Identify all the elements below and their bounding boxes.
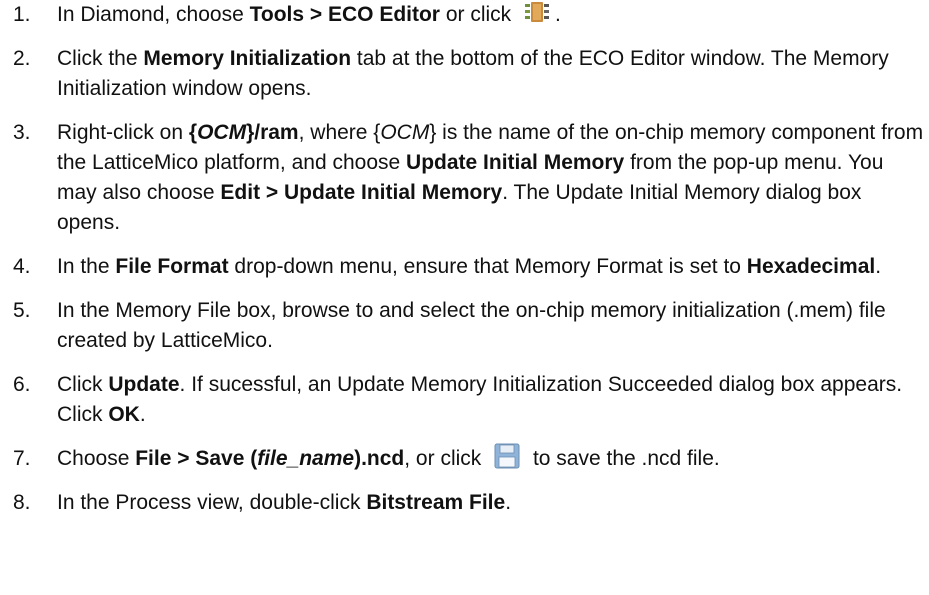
step-text-fragment: . If sucessful, an Update Memory Initial… [57,373,903,426]
step-text: In the Process view, double-click Bitstr… [57,491,511,514]
step-text-fragment: In Diamond, choose [57,3,250,26]
step-text: Click Update. If sucessful, an Update Me… [57,373,902,426]
step-text-fragment: , where { [298,121,381,144]
step-text: In the Memory File box, browse to and se… [57,299,886,352]
save-icon [493,442,521,470]
ui-term: OCM [197,121,246,144]
step-text-fragment: . [139,403,146,426]
step-number: 3. [13,121,31,144]
step-item: 6. Click Update. If sucessful, an Update… [0,370,929,430]
ui-term: file_name [257,447,354,470]
step-text: Right-click on {OCM}/ram, where {OCM} is… [57,121,923,234]
emphasis-text: file_name [257,447,355,470]
step-text-fragment: or click [439,3,517,26]
step-item: 7. Choose File > Save (file_name).ncd, o… [0,443,929,474]
step-text: In the File Format drop-down menu, ensur… [57,255,881,278]
step-number: 8. [13,491,31,514]
ui-term: ).ncd [354,447,405,470]
step-text-fragment: . [505,491,512,514]
step-text-fragment: In the Process view, double-click [57,491,367,514]
ui-term: { [188,121,198,144]
procedure-steps-list: 1. In Diamond, choose Tools > ECO Editor… [0,0,929,532]
ui-term: Update [108,373,180,396]
step-text-fragment: Right-click on [57,121,189,144]
step-text-fragment: Choose [57,447,136,470]
step-number: 2. [13,47,31,70]
step-text-fragment: . [555,3,561,26]
step-text-fragment: to save the .ncd file. [527,447,720,470]
step-text-fragment: drop-down menu, ensure that Memory Forma… [228,255,747,278]
ui-term: Tools > ECO Editor [249,3,440,26]
step-number: 7. [13,447,31,470]
step-number: 4. [13,255,31,278]
step-text: Click the Memory Initialization tab at t… [57,47,889,100]
ui-term: OK [108,403,140,426]
ui-term: Edit > Update Initial Memory [220,181,503,204]
step-item: 2. Click the Memory Initialization tab a… [0,44,929,104]
step-text-fragment: In the [57,255,116,278]
step-number: 6. [13,373,31,396]
ui-term: Hexadecimal [746,255,876,278]
step-text-fragment: Click [57,373,109,396]
step-item: 5. In the Memory File box, browse to and… [0,296,929,356]
placeholder-term: OCM [380,121,430,144]
step-number: 1. [13,3,31,26]
ui-term: File > Save ( [135,447,258,470]
emphasis-text: OCM [197,121,247,144]
ui-term: Bitstream File [366,491,506,514]
ui-term: Update Initial Memory [406,151,625,174]
eco-editor-icon [521,0,553,25]
ui-term: File Format [115,255,229,278]
ui-term: }/ram [246,121,299,144]
step-text: Choose File > Save (file_name).ncd, or c… [57,443,720,470]
step-item: 3. Right-click on {OCM}/ram, where {OCM}… [0,118,929,238]
step-number: 5. [13,299,31,322]
step-text: In Diamond, choose Tools > ECO Editor or… [57,0,561,26]
step-item: 4. In the File Format drop-down menu, en… [0,252,929,282]
step-text-fragment: . [875,255,882,278]
step-text-fragment: , or click [404,447,488,470]
step-text-fragment: Click the [57,47,144,70]
ui-term: Memory Initialization [143,47,352,70]
step-item: 8. In the Process view, double-click Bit… [0,488,929,518]
step-text-fragment: In the Memory File box, browse to and se… [57,299,886,352]
step-item: 1. In Diamond, choose Tools > ECO Editor… [0,0,929,30]
